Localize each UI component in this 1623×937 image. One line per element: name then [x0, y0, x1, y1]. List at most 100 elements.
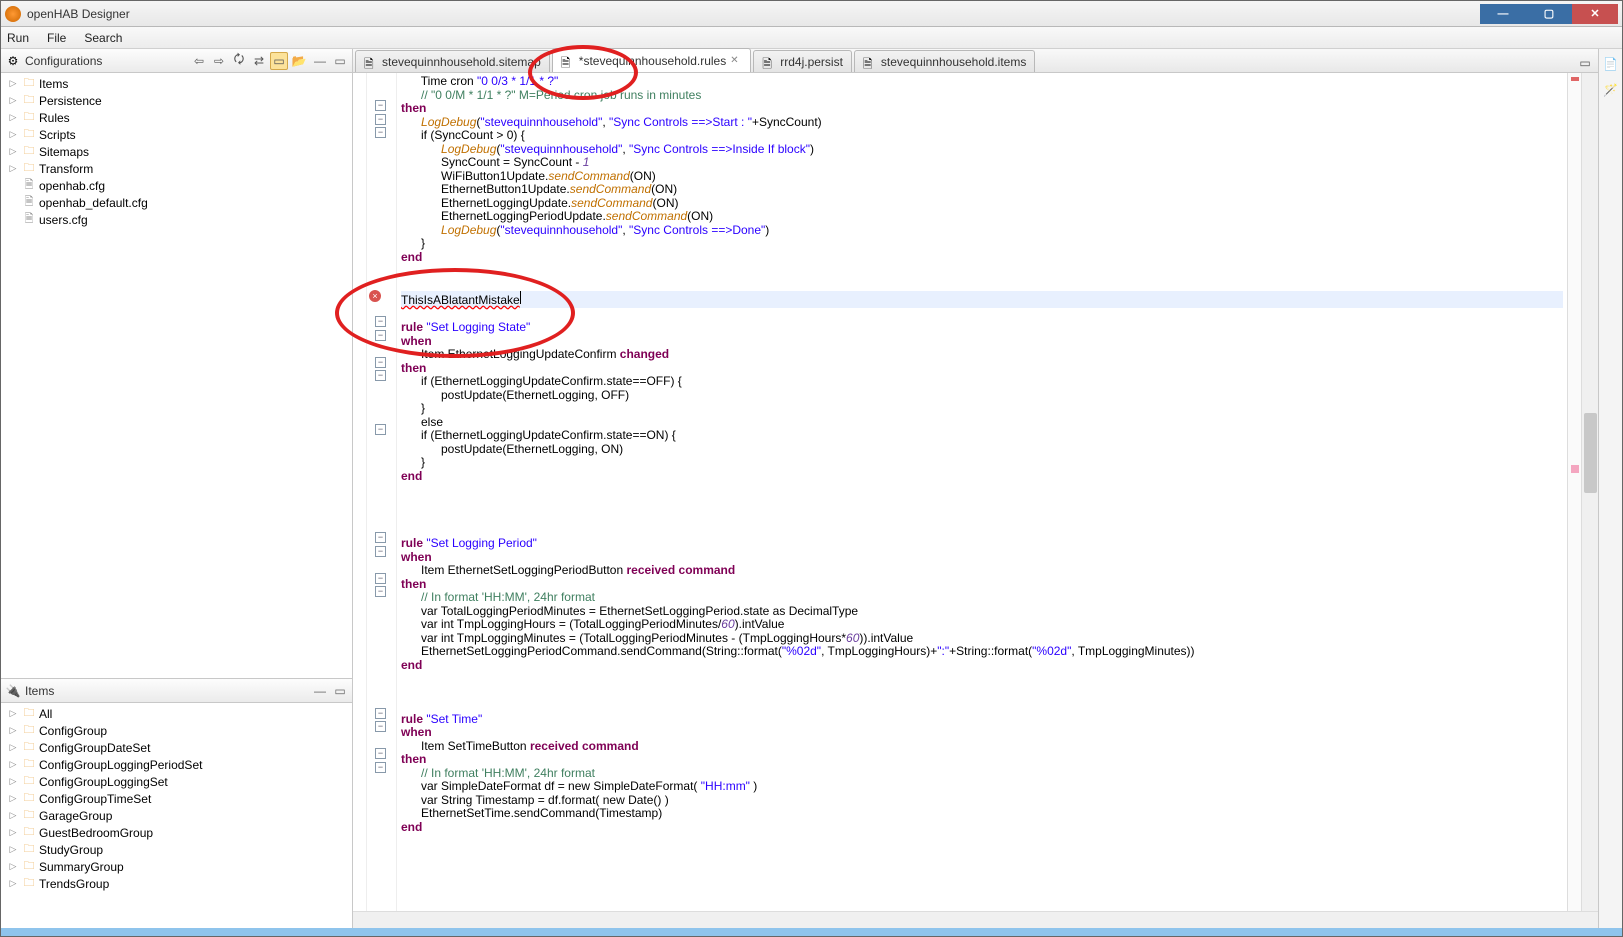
minimize-button[interactable]: —: [1480, 4, 1526, 24]
tree-row[interactable]: ▷🗀StudyGroup: [1, 841, 352, 858]
editor-tab[interactable]: 🗎stevequinnhousehold.items: [854, 50, 1035, 72]
fold-icon[interactable]: −: [375, 100, 386, 111]
fold-icon[interactable]: −: [375, 748, 386, 759]
tree-row[interactable]: ▷🗀Scripts: [1, 126, 352, 143]
fold-icon[interactable]: −: [375, 573, 386, 584]
expand-icon[interactable]: ▷: [7, 708, 19, 719]
items-maximize-button[interactable]: ▭: [332, 683, 348, 699]
code-line: Time cron "0 0/3 * 1/1 * ?": [401, 75, 1563, 89]
expand-icon[interactable]: ▷: [7, 793, 19, 804]
tree-row[interactable]: ▷🗀ConfigGroupTimeSet: [1, 790, 352, 807]
tree-row[interactable]: ▷🗀Items: [1, 75, 352, 92]
horizontal-scrollbar[interactable]: [353, 911, 1598, 928]
fold-icon[interactable]: −: [375, 370, 386, 381]
fold-icon[interactable]: −: [375, 127, 386, 138]
nav-back-button[interactable]: ⇦: [190, 52, 208, 70]
expand-icon[interactable]: ▷: [7, 163, 19, 174]
tree-row[interactable]: ▷🗀GuestBedroomGroup: [1, 824, 352, 841]
tree-row[interactable]: ▷🗀ConfigGroupLoggingSet: [1, 773, 352, 790]
expand-icon[interactable]: ▷: [7, 878, 19, 889]
tree-label: GarageGroup: [39, 809, 112, 823]
configurations-tree[interactable]: ▷🗀Items▷🗀Persistence▷🗀Rules▷🗀Scripts▷🗀Si…: [1, 73, 352, 678]
fold-icon[interactable]: −: [375, 357, 386, 368]
code-line: end: [401, 821, 1563, 835]
fold-icon[interactable]: −: [375, 708, 386, 719]
link-editor-button[interactable]: ⇄: [250, 52, 268, 70]
fold-icon[interactable]: −: [375, 330, 386, 341]
expand-icon[interactable]: ▷: [7, 742, 19, 753]
open-folder-button[interactable]: 📂: [290, 52, 308, 70]
vertical-scrollbar[interactable]: [1581, 73, 1598, 911]
expand-icon[interactable]: ▷: [7, 146, 19, 157]
fold-icon[interactable]: −: [375, 114, 386, 125]
expand-icon[interactable]: ▷: [7, 78, 19, 89]
tree-row[interactable]: ▷🗀Transform: [1, 160, 352, 177]
editor-maximize-button[interactable]: ▭: [1576, 54, 1594, 72]
close-button[interactable]: ✕: [1572, 4, 1618, 24]
outline-button[interactable]: 📄: [1602, 55, 1620, 73]
editor-tab[interactable]: 🗎*stevequinnhousehold.rules✕: [552, 48, 751, 72]
editor-tab[interactable]: 🗎rrd4j.persist: [753, 50, 852, 72]
panel-maximize-button[interactable]: ▭: [332, 53, 348, 69]
code-line: when: [401, 726, 1563, 740]
fold-icon[interactable]: −: [375, 424, 386, 435]
tree-row[interactable]: 🗎users.cfg: [1, 211, 352, 228]
fold-icon[interactable]: −: [375, 586, 386, 597]
tree-row[interactable]: ▷🗀Persistence: [1, 92, 352, 109]
configurations-toolbar: ⇦ ⇨ 🗘 ⇄ ▭ 📂: [190, 52, 308, 70]
expand-icon[interactable]: ▷: [7, 844, 19, 855]
fold-icon[interactable]: −: [375, 721, 386, 732]
fold-icon[interactable]: −: [375, 546, 386, 557]
scrollbar-thumb[interactable]: [1584, 413, 1597, 493]
fold-icon[interactable]: −: [375, 316, 386, 327]
code-line: end: [401, 251, 1563, 265]
maximize-button[interactable]: ▢: [1526, 4, 1572, 24]
expand-icon[interactable]: ▷: [7, 725, 19, 736]
menu-run[interactable]: Run: [7, 31, 29, 45]
editor-tab[interactable]: 🗎stevequinnhousehold.sitemap: [355, 50, 550, 72]
folder-icon: 🗀: [21, 93, 37, 109]
tree-row[interactable]: ▷🗀TrendsGroup: [1, 875, 352, 892]
tree-row[interactable]: ▷🗀SummaryGroup: [1, 858, 352, 875]
expand-icon[interactable]: ▷: [7, 861, 19, 872]
expand-icon[interactable]: ▷: [7, 810, 19, 821]
refresh-button[interactable]: 🗘: [230, 52, 248, 70]
wand-icon[interactable]: 🪄: [1602, 81, 1620, 99]
expand-icon[interactable]: ▷: [7, 776, 19, 787]
fold-icon[interactable]: −: [375, 532, 386, 543]
tree-row[interactable]: ▷🗀ConfigGroupLoggingPeriodSet: [1, 756, 352, 773]
editor-ruler: [353, 73, 367, 911]
group-icon: 🗀: [21, 791, 37, 807]
menu-search[interactable]: Search: [84, 31, 122, 45]
tree-row[interactable]: ▷🗀Sitemaps: [1, 143, 352, 160]
expand-icon[interactable]: ▷: [7, 112, 19, 123]
panel-minimize-button[interactable]: —: [312, 53, 328, 69]
collapse-all-button[interactable]: ▭: [270, 52, 288, 70]
editor-tab-tools: ▭: [1576, 54, 1598, 72]
tree-row[interactable]: 🗎openhab_default.cfg: [1, 194, 352, 211]
tree-row[interactable]: ▷🗀GarageGroup: [1, 807, 352, 824]
menu-file[interactable]: File: [47, 31, 66, 45]
code-editor[interactable]: Time cron "0 0/3 * 1/1 * ?" // "0 0/M * …: [397, 73, 1567, 911]
items-minimize-button[interactable]: —: [312, 683, 328, 699]
close-icon[interactable]: ✕: [730, 55, 742, 66]
tree-row[interactable]: ▷🗀ConfigGroupDateSet: [1, 739, 352, 756]
expand-icon[interactable]: ▷: [7, 95, 19, 106]
tree-row[interactable]: ▷🗀Rules: [1, 109, 352, 126]
code-line: EthernetLoggingUpdate.sendCommand(ON): [401, 197, 1563, 211]
expand-icon[interactable]: ▷: [7, 129, 19, 140]
editor-tabs: 🗎stevequinnhousehold.sitemap🗎*stevequinn…: [353, 49, 1598, 73]
tree-row[interactable]: ▷🗀ConfigGroup: [1, 722, 352, 739]
tree-row[interactable]: ▷🗀All: [1, 705, 352, 722]
fold-icon[interactable]: −: [375, 762, 386, 773]
overview-error-marker: [1571, 77, 1579, 81]
group-icon: 🗀: [21, 757, 37, 773]
expand-icon[interactable]: ▷: [7, 759, 19, 770]
file-icon: 🗎: [762, 55, 776, 69]
code-line: [401, 264, 1563, 278]
items-tree[interactable]: ▷🗀All▷🗀ConfigGroup▷🗀ConfigGroupDateSet▷🗀…: [1, 703, 352, 928]
expand-icon[interactable]: ▷: [7, 827, 19, 838]
nav-fwd-button[interactable]: ⇨: [210, 52, 228, 70]
tree-row[interactable]: 🗎openhab.cfg: [1, 177, 352, 194]
tree-label: ConfigGroupDateSet: [39, 741, 150, 755]
